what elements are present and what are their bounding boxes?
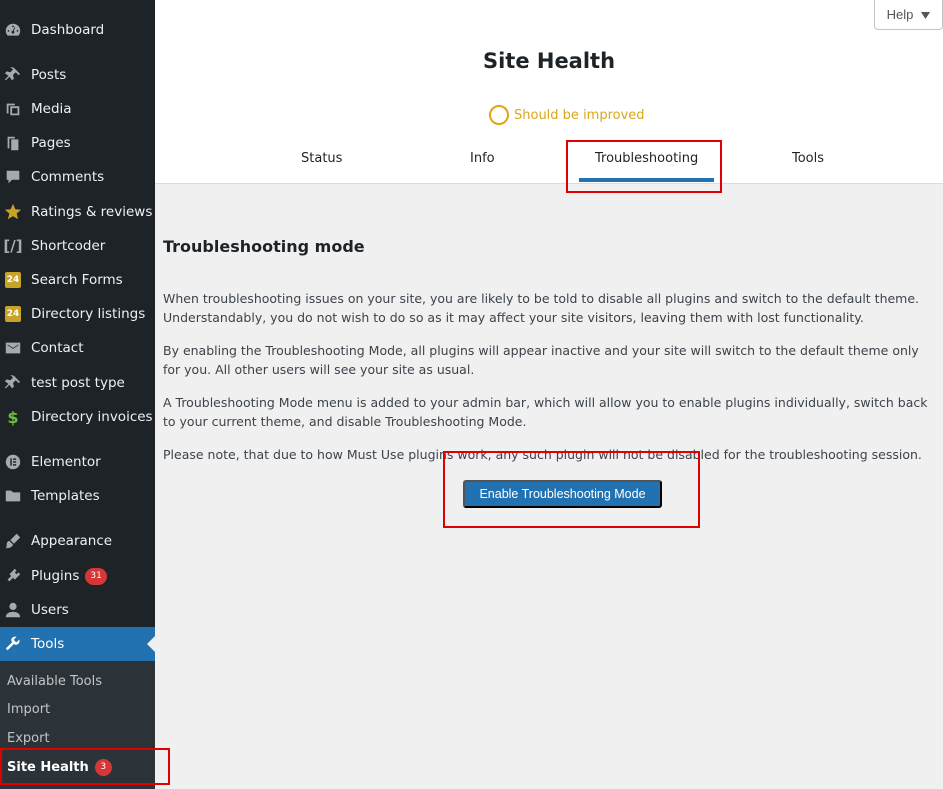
dollar-icon: $ xyxy=(7,407,19,427)
plugin-icon xyxy=(3,566,23,586)
envelope-icon xyxy=(3,338,23,358)
brush-icon xyxy=(3,531,23,551)
folder-icon xyxy=(3,486,23,506)
paragraph: Please note, that due to how Must Use pl… xyxy=(163,447,922,462)
menu-label: Users xyxy=(31,602,69,618)
menu-label: Media xyxy=(31,101,72,117)
paragraph: By enabling the Troubleshooting Mode, al… xyxy=(163,343,919,377)
dashboard-icon xyxy=(3,20,23,40)
menu-label: test post type xyxy=(31,375,125,391)
elementor-icon xyxy=(3,452,23,472)
submenu-label: Site Health xyxy=(7,760,89,775)
menu-label: Plugins xyxy=(31,568,80,584)
admin-sidebar: Dashboard Posts Media Pages Comments Rat… xyxy=(0,0,155,789)
menu-label: Tools xyxy=(31,636,65,652)
enable-troubleshooting-button[interactable]: Enable Troubleshooting Mode xyxy=(463,480,662,508)
menu-label: Elementor xyxy=(31,454,101,470)
menu-label: Directory listings xyxy=(31,306,146,322)
menu-item-templates[interactable]: Templates xyxy=(0,479,155,513)
menu-label: Appearance xyxy=(31,533,113,549)
menu-item-shortcoder[interactable]: [/] Shortcoder xyxy=(0,229,155,263)
help-button[interactable]: Help xyxy=(874,0,943,30)
status-ring-icon xyxy=(489,105,509,125)
menu-item-elementor[interactable]: Elementor xyxy=(0,445,155,479)
submenu-item-available-tools[interactable]: Available Tools xyxy=(7,674,102,689)
tools-submenu: Available Tools Import Export Site Healt… xyxy=(0,661,155,789)
menu-item-ratings[interactable]: Ratings & reviews xyxy=(0,195,155,229)
menu-item-dashboard[interactable]: Dashboard xyxy=(0,13,155,47)
menu-item-directory-invoices[interactable]: $ Directory invoices xyxy=(0,400,155,434)
pages-icon xyxy=(3,133,23,153)
pin-icon xyxy=(3,65,23,85)
star-icon xyxy=(3,202,23,222)
menu-item-posts[interactable]: Posts xyxy=(0,58,155,92)
site-health-header: Help Site Health Should be improved Stat… xyxy=(155,0,943,184)
health-status: Should be improved xyxy=(489,105,645,125)
wrench-icon xyxy=(3,634,23,654)
menu-label: Search Forms xyxy=(31,272,123,288)
menu-label: Dashboard xyxy=(31,22,105,38)
tab-status[interactable]: Status xyxy=(301,151,342,166)
menu-item-media[interactable]: Media xyxy=(0,92,155,126)
menu-label: Shortcoder xyxy=(31,238,106,254)
menu-label: Posts xyxy=(31,67,67,83)
caret-down-icon xyxy=(921,7,931,22)
menu-label: Directory invoices xyxy=(31,409,153,425)
pin-icon xyxy=(3,373,23,393)
submenu-item-export[interactable]: Export xyxy=(7,731,50,746)
troubleshooting-content: Troubleshooting mode When troubleshootin… xyxy=(163,230,938,478)
page-title: Site Health xyxy=(482,49,616,73)
status-text: Should be improved xyxy=(514,107,645,123)
menu-item-appearance[interactable]: Appearance xyxy=(0,524,155,558)
menu-item-test-post-type[interactable]: test post type xyxy=(0,366,155,400)
directory-icon: 24 xyxy=(3,304,23,324)
menu-item-plugins[interactable]: Plugins 31 xyxy=(0,559,155,593)
tab-info[interactable]: Info xyxy=(470,151,495,166)
menu-label: Templates xyxy=(31,488,100,504)
tab-tools[interactable]: Tools xyxy=(792,151,824,166)
menu-label: Ratings & reviews xyxy=(31,204,153,220)
menu-item-search-forms[interactable]: 24 Search Forms xyxy=(0,263,155,297)
shortcode-icon: [/] xyxy=(3,237,23,255)
paragraph: A Troubleshooting Mode menu is added to … xyxy=(163,395,928,429)
plugins-update-badge: 31 xyxy=(85,567,107,585)
menu-item-users[interactable]: Users xyxy=(0,593,155,627)
menu-label: Comments xyxy=(31,169,105,185)
tab-troubleshooting[interactable]: Troubleshooting xyxy=(578,151,715,182)
help-label: Help xyxy=(886,7,914,22)
menu-label: Contact xyxy=(31,340,84,356)
site-health-badge: 3 xyxy=(94,759,112,776)
menu-label: Pages xyxy=(31,135,71,151)
menu-item-directory-listings[interactable]: 24 Directory listings xyxy=(0,297,155,331)
comment-icon xyxy=(3,167,23,187)
paragraph: When troubleshooting issues on your site… xyxy=(163,291,920,325)
menu-item-comments[interactable]: Comments xyxy=(0,160,155,194)
menu-item-tools[interactable]: Tools xyxy=(0,627,155,661)
media-icon xyxy=(3,99,23,119)
search-forms-icon: 24 xyxy=(3,270,23,290)
submenu-item-site-health[interactable]: Site Health 3 xyxy=(7,759,112,776)
submenu-item-import[interactable]: Import xyxy=(7,702,50,717)
user-icon xyxy=(3,600,23,620)
section-title: Troubleshooting mode xyxy=(163,237,365,256)
menu-item-contact[interactable]: Contact xyxy=(0,331,155,365)
menu-item-pages[interactable]: Pages xyxy=(0,126,155,160)
